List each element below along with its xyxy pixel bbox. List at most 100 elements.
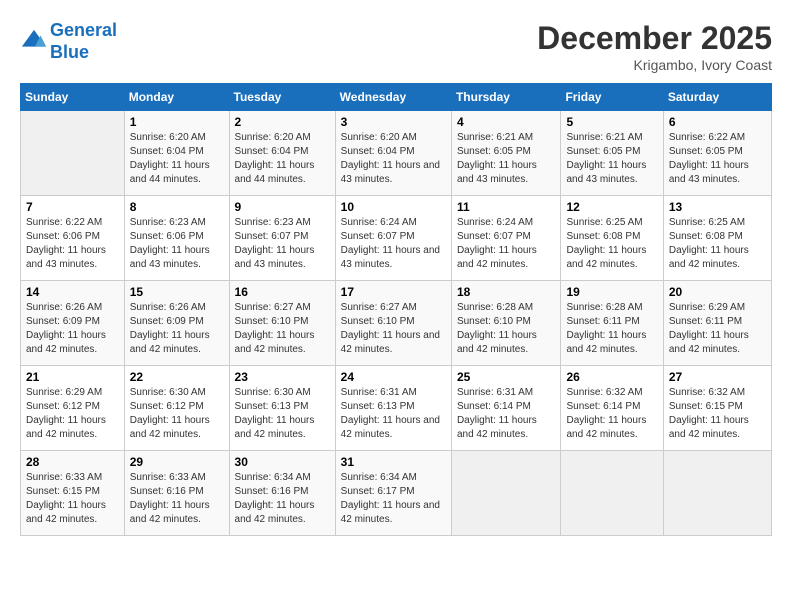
calendar-cell: 29 Sunrise: 6:33 AM Sunset: 6:16 PM Dayli… — [124, 451, 229, 536]
day-info: Sunrise: 6:25 AM Sunset: 6:08 PM Dayligh… — [566, 216, 657, 272]
day-number: 19 — [566, 285, 657, 299]
calendar-cell: 3 Sunrise: 6:20 AM Sunset: 6:04 PM Daylig… — [335, 111, 451, 196]
calendar-cell: 14Sunrise: 6:26 AM Sunset: 6:09 PM Dayli… — [21, 281, 125, 366]
day-info: Sunrise: 6:24 AM Sunset: 6:07 PM Dayligh… — [457, 216, 556, 272]
day-number: 21 — [26, 370, 119, 384]
day-info: Sunrise: 6:20 AM Sunset: 6:04 PM Dayligh… — [341, 131, 446, 187]
day-info: Sunrise: 6:28 AM Sunset: 6:11 PM Dayligh… — [566, 301, 657, 357]
day-info: Sunrise: 6:29 AM Sunset: 6:12 PM Dayligh… — [26, 386, 119, 442]
calendar-header-row: SundayMondayTuesdayWednesdayThursdayFrid… — [21, 84, 772, 111]
day-number: 1 — [130, 115, 224, 129]
calendar-cell: 10Sunrise: 6:24 AM Sunset: 6:07 PM Dayli… — [335, 196, 451, 281]
day-number: 20 — [669, 285, 766, 299]
day-info: Sunrise: 6:22 AM Sunset: 6:06 PM Dayligh… — [26, 216, 119, 272]
logo: General Blue — [20, 20, 117, 63]
calendar-cell: 26 Sunrise: 6:32 AM Sunset: 6:14 PM Dayli… — [561, 366, 663, 451]
column-header-sunday: Sunday — [21, 84, 125, 111]
calendar-cell: 21 Sunrise: 6:29 AM Sunset: 6:12 PM Dayli… — [21, 366, 125, 451]
column-header-tuesday: Tuesday — [229, 84, 335, 111]
day-number: 3 — [341, 115, 446, 129]
day-info: Sunrise: 6:27 AM Sunset: 6:10 PM Dayligh… — [341, 301, 446, 357]
calendar-week-1: 1 Sunrise: 6:20 AM Sunset: 6:04 PM Daylig… — [21, 111, 772, 196]
day-number: 17 — [341, 285, 446, 299]
column-header-friday: Friday — [561, 84, 663, 111]
day-info: Sunrise: 6:26 AM Sunset: 6:09 PM Dayligh… — [130, 301, 224, 357]
calendar-cell: 2 Sunrise: 6:20 AM Sunset: 6:04 PM Daylig… — [229, 111, 335, 196]
calendar-cell: 13 Sunrise: 6:25 AM Sunset: 6:08 PM Dayli… — [663, 196, 771, 281]
calendar-week-2: 7 Sunrise: 6:22 AM Sunset: 6:06 PM Daylig… — [21, 196, 772, 281]
day-number: 4 — [457, 115, 556, 129]
calendar-cell — [561, 451, 663, 536]
day-info: Sunrise: 6:30 AM Sunset: 6:13 PM Dayligh… — [235, 386, 330, 442]
calendar-cell: 19 Sunrise: 6:28 AM Sunset: 6:11 PM Dayli… — [561, 281, 663, 366]
calendar-week-5: 28Sunrise: 6:33 AM Sunset: 6:15 PM Dayli… — [21, 451, 772, 536]
day-number: 11 — [457, 200, 556, 214]
day-number: 26 — [566, 370, 657, 384]
column-header-monday: Monday — [124, 84, 229, 111]
calendar-cell: 15 Sunrise: 6:26 AM Sunset: 6:09 PM Dayli… — [124, 281, 229, 366]
calendar-cell: 9Sunrise: 6:23 AM Sunset: 6:07 PM Daylig… — [229, 196, 335, 281]
day-info: Sunrise: 6:32 AM Sunset: 6:14 PM Dayligh… — [566, 386, 657, 442]
calendar-cell: 18Sunrise: 6:28 AM Sunset: 6:10 PM Dayli… — [451, 281, 561, 366]
day-info: Sunrise: 6:34 AM Sunset: 6:17 PM Dayligh… — [341, 471, 446, 527]
day-number: 5 — [566, 115, 657, 129]
calendar-cell: 31Sunrise: 6:34 AM Sunset: 6:17 PM Dayli… — [335, 451, 451, 536]
day-info: Sunrise: 6:21 AM Sunset: 6:05 PM Dayligh… — [457, 131, 556, 187]
calendar-cell: 28Sunrise: 6:33 AM Sunset: 6:15 PM Dayli… — [21, 451, 125, 536]
day-info: Sunrise: 6:31 AM Sunset: 6:13 PM Dayligh… — [341, 386, 446, 442]
calendar-cell: 17 Sunrise: 6:27 AM Sunset: 6:10 PM Dayli… — [335, 281, 451, 366]
calendar-cell — [21, 111, 125, 196]
column-header-wednesday: Wednesday — [335, 84, 451, 111]
day-info: Sunrise: 6:33 AM Sunset: 6:15 PM Dayligh… — [26, 471, 119, 527]
calendar-cell: 8 Sunrise: 6:23 AM Sunset: 6:06 PM Daylig… — [124, 196, 229, 281]
day-info: Sunrise: 6:33 AM Sunset: 6:16 PM Dayligh… — [130, 471, 224, 527]
day-info: Sunrise: 6:20 AM Sunset: 6:04 PM Dayligh… — [130, 131, 224, 187]
calendar-cell: 24 Sunrise: 6:31 AM Sunset: 6:13 PM Dayli… — [335, 366, 451, 451]
calendar-week-4: 21 Sunrise: 6:29 AM Sunset: 6:12 PM Dayli… — [21, 366, 772, 451]
day-number: 15 — [130, 285, 224, 299]
day-number: 2 — [235, 115, 330, 129]
day-number: 30 — [235, 455, 330, 469]
day-number: 27 — [669, 370, 766, 384]
day-info: Sunrise: 6:20 AM Sunset: 6:04 PM Dayligh… — [235, 131, 330, 187]
day-info: Sunrise: 6:23 AM Sunset: 6:07 PM Dayligh… — [235, 216, 330, 272]
calendar-cell: 5 Sunrise: 6:21 AM Sunset: 6:05 PM Daylig… — [561, 111, 663, 196]
day-number: 24 — [341, 370, 446, 384]
calendar-cell: 25 Sunrise: 6:31 AM Sunset: 6:14 PM Dayli… — [451, 366, 561, 451]
location: Krigambo, Ivory Coast — [537, 57, 772, 73]
calendar-cell: 12 Sunrise: 6:25 AM Sunset: 6:08 PM Dayli… — [561, 196, 663, 281]
day-number: 8 — [130, 200, 224, 214]
day-info: Sunrise: 6:31 AM Sunset: 6:14 PM Dayligh… — [457, 386, 556, 442]
calendar-cell: 30 Sunrise: 6:34 AM Sunset: 6:16 PM Dayli… — [229, 451, 335, 536]
calendar-table: SundayMondayTuesdayWednesdayThursdayFrid… — [20, 83, 772, 536]
column-header-saturday: Saturday — [663, 84, 771, 111]
day-info: Sunrise: 6:29 AM Sunset: 6:11 PM Dayligh… — [669, 301, 766, 357]
column-header-thursday: Thursday — [451, 84, 561, 111]
day-info: Sunrise: 6:23 AM Sunset: 6:06 PM Dayligh… — [130, 216, 224, 272]
day-number: 13 — [669, 200, 766, 214]
day-number: 7 — [26, 200, 119, 214]
calendar-cell: 16Sunrise: 6:27 AM Sunset: 6:10 PM Dayli… — [229, 281, 335, 366]
day-number: 12 — [566, 200, 657, 214]
day-number: 18 — [457, 285, 556, 299]
calendar-cell: 20 Sunrise: 6:29 AM Sunset: 6:11 PM Dayli… — [663, 281, 771, 366]
title-block: December 2025 Krigambo, Ivory Coast — [537, 20, 772, 73]
calendar-cell: 27Sunrise: 6:32 AM Sunset: 6:15 PM Dayli… — [663, 366, 771, 451]
day-number: 22 — [130, 370, 224, 384]
calendar-cell: 7 Sunrise: 6:22 AM Sunset: 6:06 PM Daylig… — [21, 196, 125, 281]
day-number: 29 — [130, 455, 224, 469]
calendar-cell: 22 Sunrise: 6:30 AM Sunset: 6:12 PM Dayli… — [124, 366, 229, 451]
calendar-cell: 6Sunrise: 6:22 AM Sunset: 6:05 PM Daylig… — [663, 111, 771, 196]
page-header: General Blue December 2025 Krigambo, Ivo… — [20, 20, 772, 73]
day-info: Sunrise: 6:34 AM Sunset: 6:16 PM Dayligh… — [235, 471, 330, 527]
logo-icon — [20, 28, 48, 56]
day-info: Sunrise: 6:30 AM Sunset: 6:12 PM Dayligh… — [130, 386, 224, 442]
day-number: 25 — [457, 370, 556, 384]
calendar-cell — [663, 451, 771, 536]
day-info: Sunrise: 6:25 AM Sunset: 6:08 PM Dayligh… — [669, 216, 766, 272]
calendar-week-3: 14Sunrise: 6:26 AM Sunset: 6:09 PM Dayli… — [21, 281, 772, 366]
day-info: Sunrise: 6:22 AM Sunset: 6:05 PM Dayligh… — [669, 131, 766, 187]
day-number: 23 — [235, 370, 330, 384]
day-info: Sunrise: 6:26 AM Sunset: 6:09 PM Dayligh… — [26, 301, 119, 357]
day-info: Sunrise: 6:21 AM Sunset: 6:05 PM Dayligh… — [566, 131, 657, 187]
